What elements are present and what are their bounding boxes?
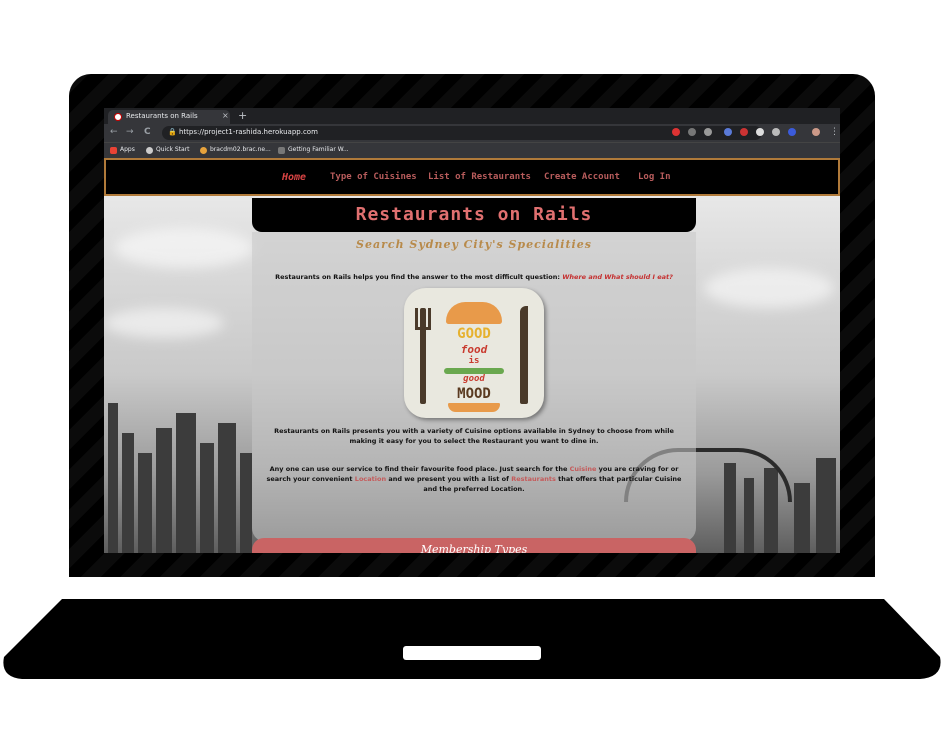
para2-text: you are craving for or <box>598 465 679 473</box>
building <box>200 443 214 553</box>
laptop-base <box>3 599 941 679</box>
bookmark-quick-start[interactable]: Quick Start <box>156 146 190 153</box>
nav-type-of-cuisines[interactable]: Type of Cuisines <box>330 172 417 182</box>
intro-statement: Restaurants on Rails helps you find the … <box>275 273 560 281</box>
nav-create-account[interactable]: Create Account <box>544 172 620 182</box>
bookmark-getting-familiar[interactable]: Getting Familiar W... <box>288 146 349 153</box>
building <box>122 433 134 553</box>
location-link[interactable]: Location <box>355 475 386 483</box>
bun-bottom <box>448 403 500 412</box>
description-paragraph-2: Any one can use our service to find thei… <box>262 464 686 494</box>
para2-text: Any one can use our service to find thei… <box>269 465 568 473</box>
trackpad <box>403 646 541 660</box>
back-button[interactable]: ← <box>110 127 118 137</box>
para2-text: search your convenient <box>266 475 353 483</box>
description-paragraph-1: Restaurants on Rails presents you with a… <box>262 426 686 446</box>
building <box>218 423 236 553</box>
cloud <box>704 268 834 308</box>
extension-icon[interactable] <box>724 128 732 136</box>
forward-button[interactable]: → <box>126 127 134 137</box>
browser-tab[interactable]: Restaurants on Rails × <box>108 110 230 124</box>
logo-word-is: is <box>468 356 480 366</box>
bookmark-icon <box>278 147 285 154</box>
extension-icon[interactable] <box>672 128 680 136</box>
building <box>156 428 172 553</box>
restaurants-link[interactable]: Restaurants <box>511 475 556 483</box>
para2-text: and we present you with a list of <box>388 475 509 483</box>
toolbar: ← → C 🔒 https://project1-rashida.herokua… <box>104 124 840 142</box>
logo-word-mood: MOOD <box>457 386 491 402</box>
apps-icon <box>110 147 117 154</box>
extension-icon[interactable] <box>788 128 796 136</box>
bookmarks-bar: Apps Quick Start bracdm02.brac.ne... Get… <box>104 142 840 158</box>
avatar[interactable] <box>812 128 820 136</box>
para2-text: and the preferred Location. <box>423 485 525 493</box>
lock-icon: 🔒 <box>168 128 177 136</box>
star-icon[interactable] <box>704 128 712 136</box>
globe-icon <box>146 147 153 154</box>
extension-icon[interactable] <box>772 128 780 136</box>
building <box>108 403 118 553</box>
cloud <box>114 228 254 268</box>
good-food-logo: GOOD food is good MOOD <box>404 288 544 418</box>
content-panel: Search Sydney City's Specialities Restau… <box>252 232 696 542</box>
bookmark-apps[interactable]: Apps <box>120 146 135 153</box>
extension-icon[interactable] <box>740 128 748 136</box>
building <box>240 453 252 553</box>
nav-list-of-restaurants[interactable]: List of Restaurants <box>428 172 531 182</box>
logo-word-good-2: good <box>463 374 485 384</box>
cloud <box>104 308 224 338</box>
membership-types-link[interactable]: Membership Types <box>252 543 696 553</box>
site-navbar: Home Type of Cuisines List of Restaurant… <box>104 158 840 196</box>
para1-line2: making it easy for you to select the Res… <box>349 437 599 445</box>
nav-home[interactable]: Home <box>282 172 306 183</box>
search-icon[interactable] <box>688 128 696 136</box>
building <box>138 453 152 553</box>
browser-window: Restaurants on Rails × + ← → C 🔒 https:/… <box>104 108 840 553</box>
web-page: Home Type of Cuisines List of Restaurant… <box>104 158 840 553</box>
page-subtitle: Search Sydney City's Specialities <box>356 238 592 251</box>
new-tab-button[interactable]: + <box>238 109 247 122</box>
favicon-icon <box>114 113 122 121</box>
extension-icon[interactable] <box>756 128 764 136</box>
bookmark-icon <box>200 147 207 154</box>
para1-line1: Restaurants on Rails presents you with a… <box>274 427 674 435</box>
logo-word-good: GOOD <box>457 326 491 342</box>
building <box>816 458 836 553</box>
reload-button[interactable]: C <box>144 127 151 137</box>
cuisine-link[interactable]: Cuisine <box>570 465 597 473</box>
close-tab-icon[interactable]: × <box>222 111 229 120</box>
membership-section: Membership Types <box>252 538 696 553</box>
url-text: https://project1-rashida.herokuapp.com <box>179 128 318 136</box>
para2-text: that offers that particular Cuisine <box>558 475 682 483</box>
intro-text: Restaurants on Rails helps you find the … <box>252 273 696 281</box>
intro-question: Where and What should I eat? <box>562 273 673 281</box>
logo-word-food: food <box>460 343 488 356</box>
tab-title: Restaurants on Rails <box>126 112 198 120</box>
bookmark-brac[interactable]: bracdm02.brac.ne... <box>210 146 271 153</box>
hero-banner: Restaurants on Rails <box>252 198 696 232</box>
building <box>176 413 196 553</box>
bun-top <box>446 302 502 324</box>
page-title: Restaurants on Rails <box>355 204 593 225</box>
building <box>794 483 810 553</box>
nav-log-in[interactable]: Log In <box>638 172 671 182</box>
tab-strip: Restaurants on Rails × + <box>104 108 840 124</box>
menu-icon[interactable]: ⋮ <box>830 127 839 137</box>
